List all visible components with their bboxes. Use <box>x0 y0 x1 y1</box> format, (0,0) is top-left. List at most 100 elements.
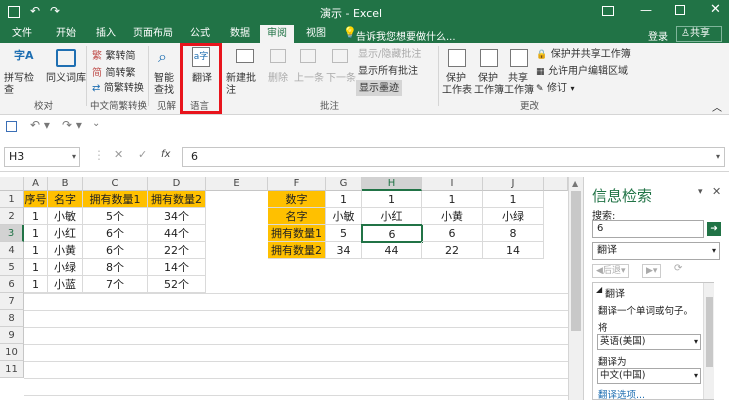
cell-i3[interactable]: 6 <box>422 225 483 242</box>
row-header-11[interactable]: 11 <box>0 361 24 378</box>
tell-me-box[interactable]: 告诉我您想要做什么... <box>356 28 456 43</box>
search-input[interactable]: 6 <box>592 220 704 238</box>
cell-f3[interactable]: 拥有数量1 <box>268 225 326 242</box>
simp-to-trad-button[interactable]: 简 简转繁 <box>92 64 136 80</box>
row-header-6[interactable]: 6 <box>0 276 24 293</box>
collapse-ribbon-icon[interactable]: ︿ <box>712 99 722 114</box>
scroll-thumb[interactable] <box>571 191 581 331</box>
cell-h3-active[interactable]: 6 <box>361 224 423 243</box>
select-all-corner[interactable] <box>0 177 24 191</box>
cell-d6[interactable]: 52个 <box>148 276 206 293</box>
to-language-select[interactable]: 中文(中国) ▾ <box>597 368 701 384</box>
cell-b6[interactable]: 小蓝 <box>48 276 83 293</box>
row-header-1[interactable]: 1 <box>0 191 24 208</box>
cell-g1[interactable]: 1 <box>326 191 362 208</box>
cell-c6[interactable]: 7个 <box>83 276 148 293</box>
save-icon[interactable] <box>6 121 17 132</box>
service-select[interactable]: 翻译 ▾ <box>592 242 720 260</box>
tab-page-layout[interactable]: 页面布局 <box>130 25 176 43</box>
row-header-8[interactable]: 8 <box>0 310 24 327</box>
column-header-h[interactable]: H <box>362 177 422 191</box>
cell-j2[interactable]: 小绿 <box>483 208 544 225</box>
show-ink-button[interactable]: 显示墨迹 <box>356 80 402 96</box>
cell-a1[interactable]: 序号 <box>24 191 48 208</box>
column-header-c[interactable]: C <box>83 177 148 191</box>
row-header-9[interactable]: 9 <box>0 327 24 344</box>
cell-c1[interactable]: 拥有数量1 <box>83 191 148 208</box>
cell-a4[interactable]: 1 <box>24 242 48 259</box>
row-header-5[interactable]: 5 <box>0 259 24 276</box>
from-language-select[interactable]: 英语(美国) ▾ <box>597 334 701 350</box>
scroll-up-icon[interactable]: ▲ <box>572 179 578 188</box>
cell-b3[interactable]: 小红 <box>48 225 83 242</box>
cell-h4[interactable]: 44 <box>362 242 422 259</box>
forward-button[interactable]: ▶▾ <box>642 264 662 278</box>
tab-home[interactable]: 开始 <box>50 25 82 43</box>
cell-d2[interactable]: 34个 <box>148 208 206 225</box>
cell-f1[interactable]: 数字 <box>268 191 326 208</box>
back-button[interactable]: ◀后退▾ <box>592 264 630 278</box>
cell-d5[interactable]: 14个 <box>148 259 206 276</box>
row-header-2[interactable]: 2 <box>0 208 24 225</box>
cell-i2[interactable]: 小黄 <box>422 208 483 225</box>
ribbon-display-icon[interactable] <box>602 6 614 16</box>
undo-icon[interactable]: ↶ ▾ <box>30 118 50 132</box>
insert-function-button[interactable]: fx <box>161 149 170 160</box>
cell-d3[interactable]: 44个 <box>148 225 206 242</box>
row-header-4[interactable]: 4 <box>0 242 24 259</box>
spell-check-button[interactable]: 字A 拼写检查 <box>4 47 42 96</box>
row-header-3[interactable]: 3 <box>0 225 24 242</box>
enter-icon[interactable]: ✓ <box>138 148 147 161</box>
cell-b2[interactable]: 小敏 <box>48 208 83 225</box>
redo-icon[interactable]: ↷ <box>50 4 60 18</box>
save-icon[interactable] <box>8 6 20 18</box>
redo-icon[interactable]: ↷ ▾ <box>62 118 82 132</box>
cell-d1[interactable]: 拥有数量2 <box>148 191 206 208</box>
refresh-icon[interactable]: ⟳ <box>674 263 682 274</box>
column-header-e[interactable]: E <box>206 177 268 191</box>
column-header-i[interactable]: I <box>422 177 483 191</box>
protect-share-button[interactable]: 🔒 保护并共享工作簿 <box>536 47 631 61</box>
worksheet[interactable]: A B C D E F G H I J 1 2 3 4 5 6 7 8 9 10… <box>0 177 568 400</box>
cell-b1[interactable]: 名字 <box>48 191 83 208</box>
cell-a2[interactable]: 1 <box>24 208 48 225</box>
cell-f4[interactable]: 拥有数量2 <box>268 242 326 259</box>
convert-button[interactable]: ⇄ 简繁转换 <box>92 81 144 95</box>
tab-view[interactable]: 视图 <box>300 25 332 43</box>
allow-edit-button[interactable]: ▦ 允许用户编辑区域 <box>536 64 628 78</box>
cell-a5[interactable]: 1 <box>24 259 48 276</box>
cell-i1[interactable]: 1 <box>422 191 483 208</box>
tab-formulas[interactable]: 公式 <box>184 25 216 43</box>
tab-file[interactable]: 文件 <box>6 25 38 43</box>
column-header-g[interactable]: G <box>326 177 362 191</box>
cell-c2[interactable]: 5个 <box>83 208 148 225</box>
translate-options-link[interactable]: 翻译选项... <box>598 387 645 401</box>
signin-link[interactable]: 登录 <box>648 28 668 43</box>
results-scroll-thumb[interactable] <box>706 297 713 367</box>
track-changes-button[interactable]: ✎ 修订 ▾ <box>536 81 575 95</box>
cell-a3[interactable]: 1 <box>24 225 48 242</box>
tab-insert[interactable]: 插入 <box>90 25 122 43</box>
row-header-10[interactable]: 10 <box>0 344 24 361</box>
column-header-j[interactable]: J <box>483 177 544 191</box>
restore-button[interactable] <box>675 5 685 15</box>
search-go-button[interactable]: ➜ <box>707 222 721 236</box>
cell-h1[interactable]: 1 <box>362 191 422 208</box>
cell-c5[interactable]: 8个 <box>83 259 148 276</box>
tab-data[interactable]: 数据 <box>224 25 256 43</box>
column-header-b[interactable]: B <box>48 177 83 191</box>
name-box[interactable]: H3 ▾ <box>4 147 80 167</box>
pane-close-icon[interactable]: ✕ <box>712 185 721 198</box>
cell-h2[interactable]: 小红 <box>362 208 422 225</box>
undo-icon[interactable]: ↶ <box>30 4 40 18</box>
cell-a6[interactable]: 1 <box>24 276 48 293</box>
cell-b4[interactable]: 小黄 <box>48 242 83 259</box>
column-header-f[interactable]: F <box>268 177 326 191</box>
cell-b5[interactable]: 小绿 <box>48 259 83 276</box>
cell-d4[interactable]: 22个 <box>148 242 206 259</box>
trad-to-simp-button[interactable]: 繁 繁转简 <box>92 47 136 63</box>
show-hide-comment-button[interactable]: 显示/隐藏批注 <box>358 47 421 61</box>
cell-j3[interactable]: 8 <box>483 225 544 242</box>
customize-qat-icon[interactable]: ⌄ <box>92 118 100 129</box>
cell-c3[interactable]: 6个 <box>83 225 148 242</box>
